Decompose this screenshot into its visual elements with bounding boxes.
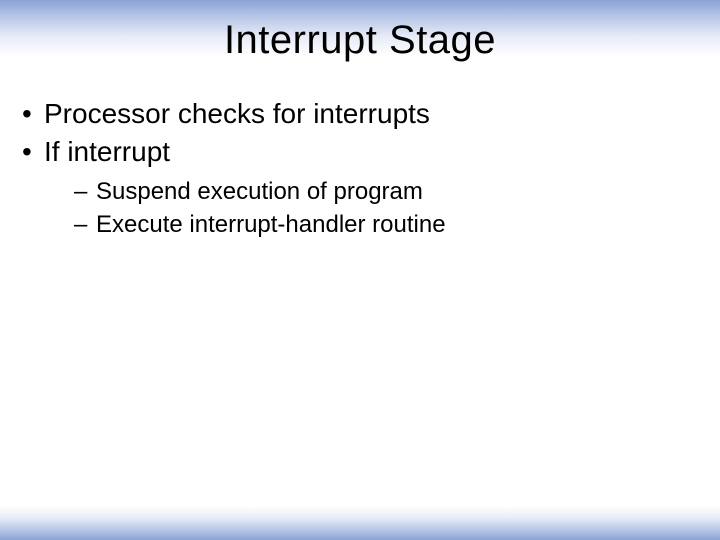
slide: Interrupt Stage Processor checks for int…	[0, 0, 720, 540]
sub-bullet-item: Execute interrupt-handler routine	[72, 209, 704, 241]
bullet-list: Processor checks for interrupts If inter…	[16, 96, 704, 241]
bullet-text: If interrupt	[44, 136, 170, 167]
sub-bullet-item: Suspend execution of program	[72, 176, 704, 208]
bullet-text: Processor checks for interrupts	[44, 98, 430, 129]
bullet-item: Processor checks for interrupts	[16, 96, 704, 132]
sub-bullet-list: Suspend execution of program Execute int…	[44, 176, 704, 241]
bottom-gradient	[0, 506, 720, 540]
sub-bullet-text: Suspend execution of program	[96, 178, 423, 205]
slide-content: Processor checks for interrupts If inter…	[16, 96, 704, 243]
bullet-item: If interrupt Suspend execution of progra…	[16, 134, 704, 241]
slide-title: Interrupt Stage	[0, 18, 720, 63]
sub-bullet-text: Execute interrupt-handler routine	[96, 211, 446, 238]
